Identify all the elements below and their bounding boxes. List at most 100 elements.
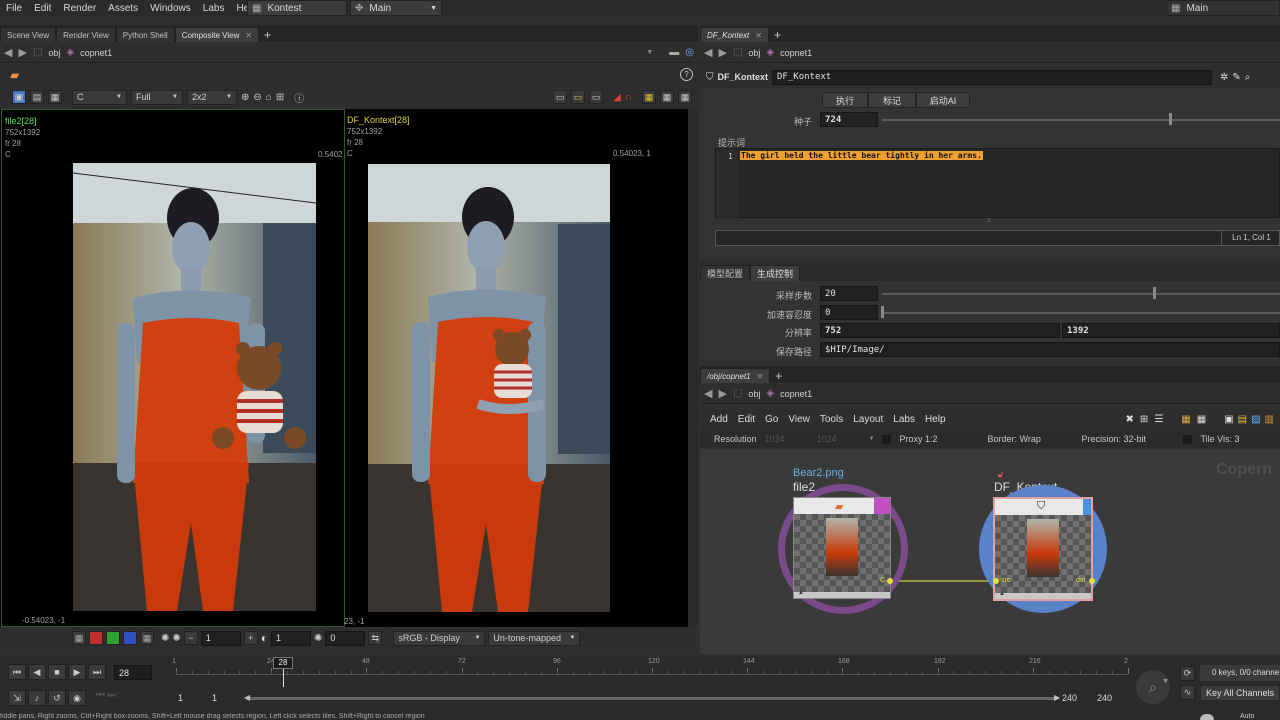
range-end-handle[interactable]: ▶ <box>1054 693 1060 702</box>
layout-select[interactable]: 2x2 ▼ <box>187 89 237 105</box>
right-desktop[interactable]: ▦ Main <box>1166 0 1280 16</box>
jump-start-icon[interactable]: ⏮︎ <box>8 664 26 680</box>
steps-input[interactable]: 20 <box>820 286 878 301</box>
realtime-icon[interactable]: ⇲ <box>8 690 26 706</box>
node-df-kontext[interactable]: ⛉ ▲ <box>993 497 1093 601</box>
pin-icon[interactable]: ▬ <box>669 47 679 58</box>
playback-end-input[interactable]: 240 <box>1062 693 1077 703</box>
proxy-checkbox[interactable] <box>882 434 892 444</box>
frame-icon[interactable]: ⊞ <box>276 92 284 103</box>
snap-icon[interactable]: ∩ <box>625 92 632 103</box>
range-bar[interactable] <box>246 697 1058 700</box>
play-reverse-icon[interactable]: ◀ <box>28 664 46 680</box>
accel-input[interactable]: 0 <box>820 305 878 320</box>
playhead[interactable] <box>283 669 284 687</box>
range-end-input[interactable]: 240 <box>1097 693 1112 703</box>
next-key-icon[interactable]: ⏭︎ <box>107 690 116 706</box>
key-all-channels-button[interactable]: Key All Channels <box>1200 685 1280 701</box>
steps-slider-handle[interactable] <box>1153 287 1156 299</box>
execute-button[interactable]: 执行 <box>822 92 868 108</box>
menu-layout[interactable]: Layout <box>853 414 883 425</box>
seed-slider-handle[interactable] <box>1169 113 1172 125</box>
audio-icon[interactable]: ♪ <box>28 690 46 706</box>
seed-input[interactable]: 724 <box>820 112 878 127</box>
close-icon[interactable]: ✕ <box>757 372 764 381</box>
expand-icon[interactable]: ▲ <box>798 590 804 596</box>
network-selector[interactable]: ✥ Main ▼ <box>350 0 442 16</box>
steps-slider[interactable] <box>882 293 1280 295</box>
overlay-icon[interactable]: ▭ <box>589 90 604 104</box>
rgb-icon[interactable]: ▦ <box>72 631 86 645</box>
list-icon[interactable]: ☰ <box>1154 414 1163 425</box>
path-obj[interactable]: obj <box>748 389 760 399</box>
zoom-out-icon[interactable]: ⊖ <box>253 92 261 103</box>
cylinder-icon[interactable]: ▥ <box>1265 414 1274 425</box>
path-copnet1[interactable]: copnet1 <box>80 48 112 58</box>
folder-icon[interactable]: ▰ <box>10 68 19 82</box>
search-icon[interactable]: ⌕ <box>1136 670 1170 704</box>
resize-handle-icon[interactable]: ≡ <box>987 218 993 224</box>
tab-model-config[interactable]: 模型配置 <box>700 265 751 281</box>
input-port[interactable] <box>993 578 999 584</box>
tab-obj-copnet1[interactable]: /obj/copnet1 ✕ <box>700 368 771 383</box>
plane-select[interactable]: C ▼ <box>72 89 127 105</box>
loop-icon[interactable]: ↺ <box>48 690 66 706</box>
blue-channel-icon[interactable] <box>123 631 137 645</box>
start-ai-button[interactable]: 启动AI <box>916 92 970 108</box>
jump-end-icon[interactable]: ⏭︎ <box>88 664 106 680</box>
display-select[interactable]: sRGB - Display ▼ <box>393 630 486 646</box>
close-icon[interactable]: ✕ <box>245 31 252 40</box>
keys-icon[interactable]: ⟳ <box>1180 666 1195 681</box>
tilevis-checkbox[interactable] <box>1183 434 1193 444</box>
forward-arrow-icon[interactable]: ▶ <box>718 46 726 59</box>
view-mode-icon[interactable]: ▣ <box>12 90 26 104</box>
menu-tools[interactable]: Tools <box>820 414 843 425</box>
add-tab-icon[interactable]: + <box>770 369 787 383</box>
search-icon[interactable]: ⌕ <box>1245 72 1251 83</box>
alpha-channel-icon[interactable]: ▦ <box>140 631 154 645</box>
menu-help[interactable]: Help <box>925 414 946 425</box>
menu-labs[interactable]: Labs <box>197 3 231 14</box>
tab-generate-control[interactable]: 生成控制 <box>750 265 801 281</box>
link-icon[interactable]: ◎ <box>685 47 694 58</box>
desktop-selector[interactable]: ▦ Kontest <box>247 0 347 16</box>
network-res-width[interactable]: 1024 <box>765 434 809 444</box>
exposure-icon[interactable]: ✺ <box>172 633 180 644</box>
channels-icon[interactable]: ▤ <box>30 90 44 104</box>
viewport-area[interactable]: file2[28] 752x1392 fr 28 C 0.5402 -0.540… <box>0 109 698 627</box>
unlock-icon[interactable]: 🔓︎ <box>998 470 1003 480</box>
tab-scene-view[interactable]: Scene View <box>0 27 57 42</box>
frame-marker[interactable]: 28 <box>273 657 293 669</box>
path-obj[interactable]: obj <box>748 48 760 58</box>
help-icon[interactable]: ? <box>680 68 693 81</box>
close-icon[interactable]: ✕ <box>755 31 762 40</box>
output-port[interactable] <box>887 578 893 584</box>
grid-view-icon[interactable]: ▦ <box>1181 414 1190 425</box>
playback-start-input[interactable]: 1 <box>212 693 217 703</box>
tab-composite-view[interactable]: Composite View ✕ <box>174 27 260 42</box>
gain-input[interactable]: 1 <box>200 630 241 646</box>
home-icon[interactable]: ⌂ <box>266 92 272 103</box>
forward-arrow-icon[interactable]: ▶ <box>18 46 26 59</box>
menu-go[interactable]: Go <box>765 414 778 425</box>
save-path-input[interactable]: $HIP/Image/ <box>820 342 1280 357</box>
tile-icon[interactable]: ▦ <box>660 90 674 104</box>
stop-icon[interactable]: ■ <box>48 664 66 680</box>
add-tab-icon[interactable]: + <box>769 28 786 42</box>
menu-edit[interactable]: Edit <box>738 414 755 425</box>
range-start-input[interactable]: 1 <box>178 693 183 703</box>
graph-icon[interactable]: ∿ <box>1180 685 1195 700</box>
grid-icon[interactable]: ▦ <box>48 90 62 104</box>
network-res-height[interactable]: 1024 <box>817 434 861 444</box>
brush-icon[interactable]: ✎ <box>1232 72 1240 83</box>
accel-slider[interactable] <box>882 312 1280 314</box>
play-icon[interactable]: ▶ <box>68 664 86 680</box>
layout-grid-icon[interactable]: ▦ <box>678 90 692 104</box>
gamma-icon[interactable]: ✺ <box>161 633 169 644</box>
node-flag[interactable] <box>874 498 890 514</box>
offset-input[interactable]: 0 <box>325 630 366 646</box>
tonemap-select[interactable]: Un-tone-mapped ▼ <box>488 630 581 646</box>
tile-view-icon[interactable]: ▦ <box>1197 414 1206 425</box>
record-icon[interactable]: ◉ <box>68 690 86 706</box>
picture-icon[interactable]: ▨ <box>1251 414 1260 425</box>
